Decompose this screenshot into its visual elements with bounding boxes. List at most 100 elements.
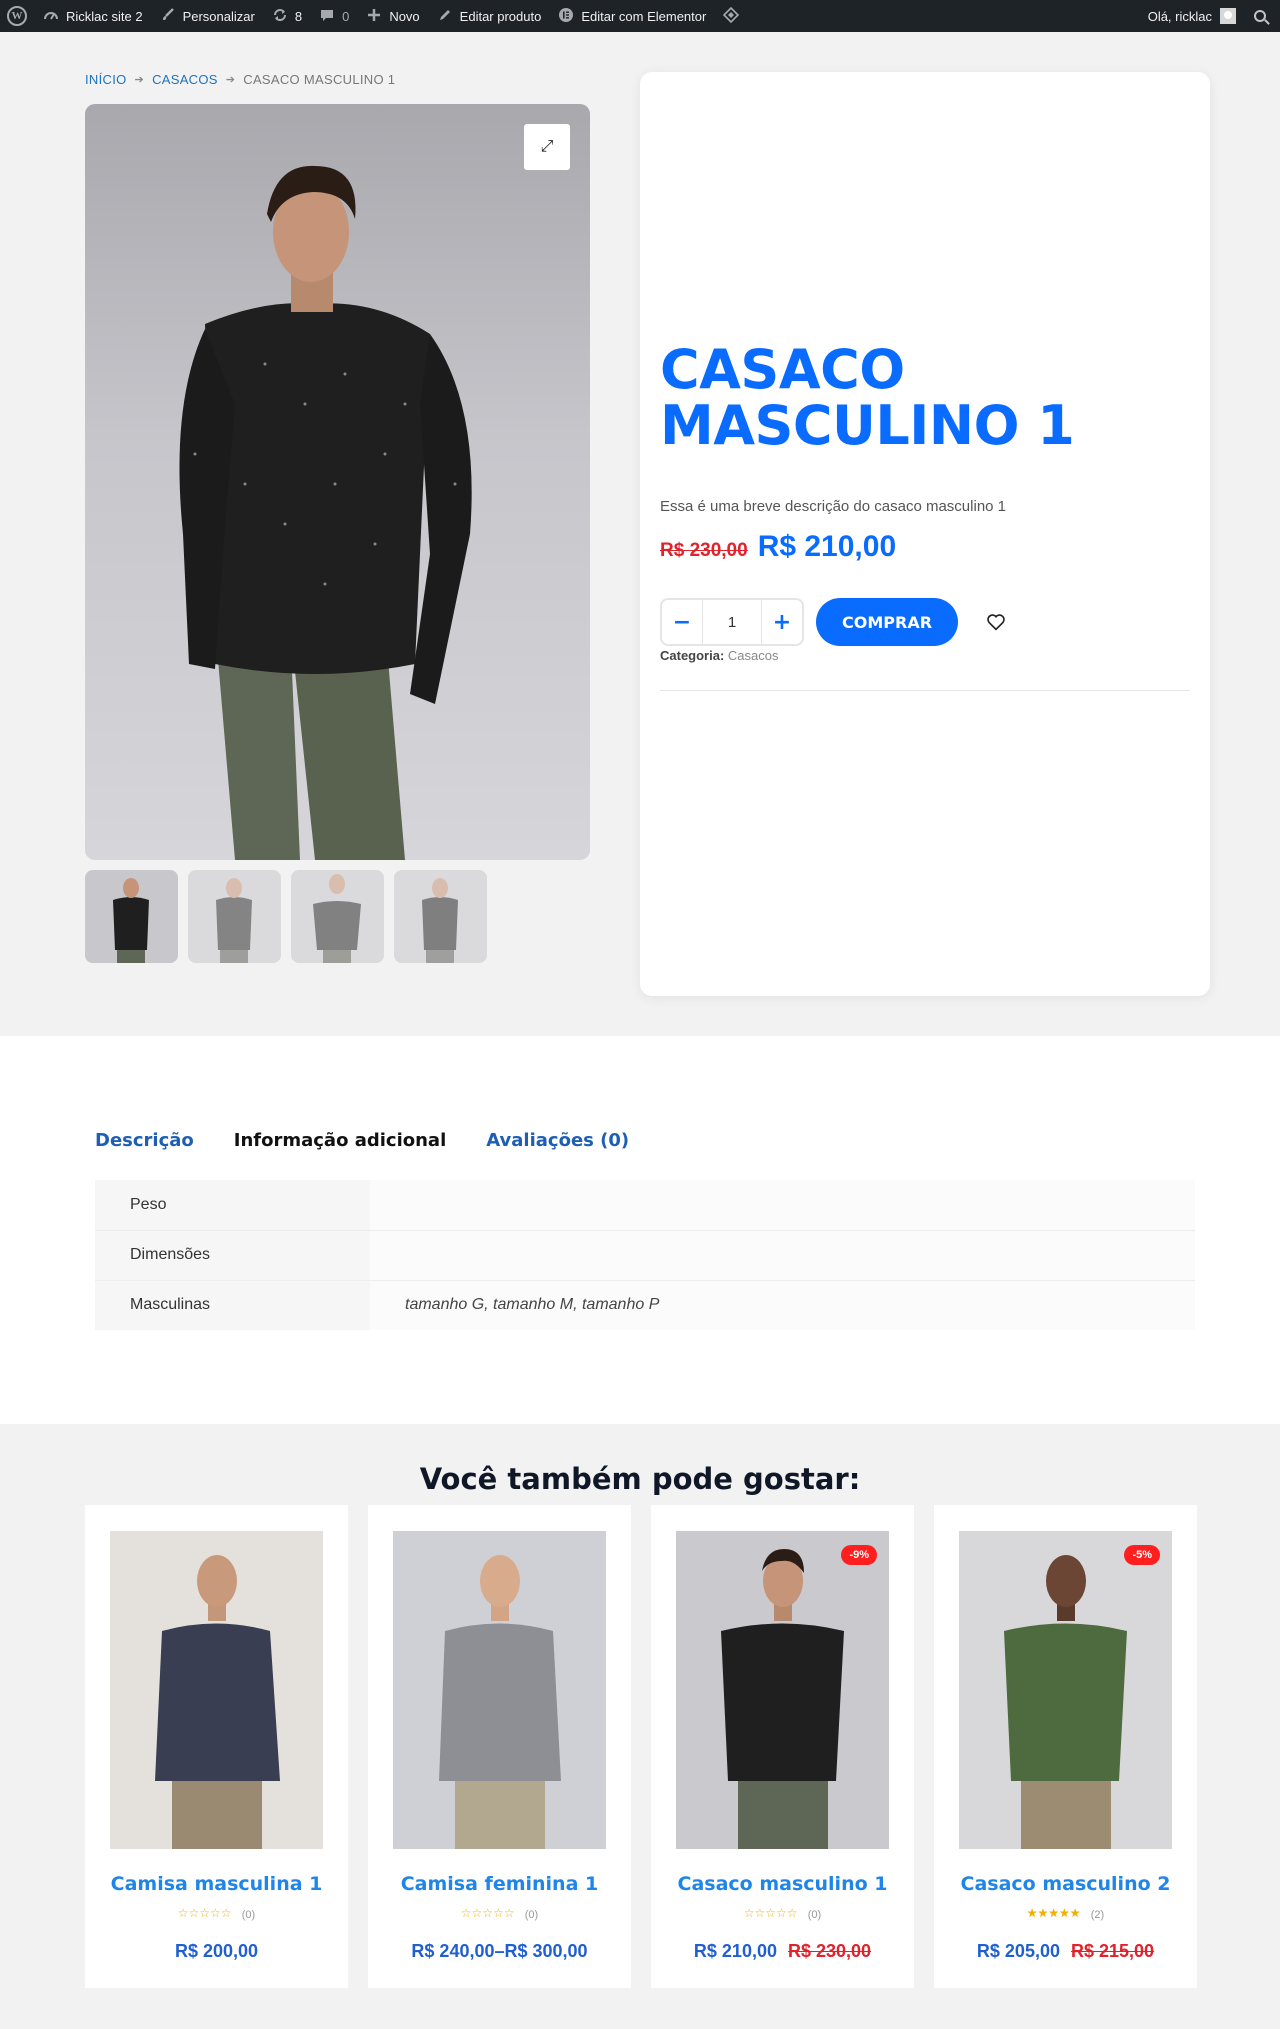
current-price: R$ 210,00: [757, 530, 897, 563]
comments-link[interactable]: 0: [310, 0, 357, 32]
tab-description[interactable]: Descrição: [95, 1130, 194, 1151]
current-price: R$ 210,00: [693, 1941, 777, 1961]
thumbnail-photo: [188, 870, 281, 963]
product-meta: Categoria: Casacos: [660, 648, 779, 663]
my-account-link[interactable]: Olá, ricklac: [1140, 0, 1244, 32]
rating-stars-icon: ☆☆☆☆☆ ★★★★★: [1026, 1906, 1081, 1920]
product-thumbnails: [85, 870, 487, 963]
pencil-icon: [436, 7, 454, 25]
breadcrumb: INÍCIO ➔ CASACOS ➔ CASACO MASCULINO 1: [85, 72, 395, 87]
quantity-input[interactable]: [702, 600, 762, 644]
category-label: Categoria:: [660, 648, 725, 663]
product-card[interactable]: Camisa masculina 1 ☆☆☆☆☆ ★★★★★ (0) R$ 20…: [85, 1505, 348, 1988]
rating-count: (0): [807, 1909, 822, 1921]
product-card-image[interactable]: [393, 1531, 606, 1849]
product-thumbnail[interactable]: [85, 870, 178, 963]
wishlist-button[interactable]: [984, 610, 1008, 634]
zoom-button[interactable]: ⤢: [524, 124, 570, 170]
table-row: Peso: [95, 1180, 1195, 1230]
product-card-photo: [393, 1531, 606, 1849]
product-card-photo: [110, 1531, 323, 1849]
product-photo: [179, 165, 472, 860]
tab-reviews[interactable]: Avaliações (0): [486, 1130, 629, 1151]
product-card-title[interactable]: Camisa feminina 1: [368, 1873, 631, 1895]
buy-button[interactable]: COMPRAR: [816, 598, 959, 646]
wordpress-logo-button[interactable]: W: [0, 0, 34, 32]
product-card-image[interactable]: -5%: [959, 1531, 1172, 1849]
updates-link[interactable]: 8: [263, 0, 310, 32]
breadcrumb-current: CASACO MASCULINO 1: [243, 72, 396, 87]
product-card-price: R$ 200,00: [85, 1941, 348, 1962]
customize-link[interactable]: Personalizar: [151, 0, 263, 32]
site-name-link[interactable]: Ricklac site 2: [34, 0, 151, 32]
greeting-label: Olá, ricklac: [1147, 8, 1212, 24]
category-link[interactable]: Casacos: [728, 648, 779, 663]
diamond-icon: [722, 6, 740, 25]
rating-count: (0): [524, 1909, 539, 1921]
quantity-decrease-button[interactable]: −: [662, 600, 702, 644]
product-price: R$ 230,00 R$ 210,00: [660, 530, 896, 564]
edit-product-label: Editar produto: [459, 8, 542, 24]
edit-product-link[interactable]: Editar produto: [428, 0, 550, 32]
old-price: R$ 230,00: [788, 1941, 872, 1961]
arrow-right-icon: ➔: [134, 74, 145, 86]
plus-icon: [365, 7, 383, 25]
sale-badge: -9%: [841, 1545, 877, 1565]
product-card-title[interactable]: Camisa masculina 1: [85, 1873, 348, 1895]
arrow-right-icon: ➔: [225, 74, 236, 86]
tab-additional-information[interactable]: Informação adicional: [234, 1130, 446, 1151]
wp-admin-bar: W Ricklac site 2 Personalizar 8 0 Novo E…: [0, 0, 1280, 32]
attribute-value: [370, 1180, 1195, 1230]
rating-count: (2): [1090, 1909, 1105, 1921]
related-title: Você também pode gostar:: [419, 1462, 861, 1496]
product-thumbnail[interactable]: [291, 870, 384, 963]
product-main-image[interactable]: ⤢: [85, 104, 590, 860]
avatar: [1220, 8, 1236, 24]
attributes-table: Peso Dimensões Masculinas tamanho G, tam…: [95, 1180, 1195, 1330]
search-icon[interactable]: [1254, 10, 1266, 22]
attribute-name: Masculinas: [95, 1279, 370, 1330]
product-card-price: R$ 210,00 R$ 230,00: [651, 1941, 914, 1962]
attribute-name: Peso: [95, 1180, 370, 1230]
product-card-rating: ☆☆☆☆☆ ★★★★★ (2): [934, 1906, 1197, 1921]
updates-count: 8: [294, 8, 303, 24]
rating-count: (0): [241, 1909, 256, 1921]
edit-elementor-label: Editar com Elementor: [581, 8, 707, 24]
wordpress-icon: W: [7, 6, 27, 26]
product-card-rating: ☆☆☆☆☆ ★★★★★ (0): [85, 1906, 348, 1921]
product-card-photo: [676, 1531, 889, 1849]
breadcrumb-category-link[interactable]: CASACOS: [152, 72, 218, 87]
current-price: R$ 205,00: [976, 1941, 1060, 1961]
divider: [660, 690, 1190, 691]
breadcrumb-home-link[interactable]: INÍCIO: [85, 72, 127, 87]
new-content-link[interactable]: Novo: [357, 0, 427, 32]
product-card-title[interactable]: Casaco masculino 1: [651, 1873, 914, 1895]
product-card[interactable]: Camisa feminina 1 ☆☆☆☆☆ ★★★★★ (0) R$ 240…: [368, 1505, 631, 1988]
product-card-rating: ☆☆☆☆☆ ★★★★★ (0): [368, 1906, 631, 1921]
product-card-price: R$ 240,00–R$ 300,00: [368, 1941, 631, 1962]
new-label: Novo: [389, 8, 420, 24]
product-card-title[interactable]: Casaco masculino 2: [934, 1873, 1197, 1895]
product-summary: CASACO MASCULINO 1 Essa é uma breve desc…: [640, 72, 1210, 996]
product-card[interactable]: -5% Casaco masculino 2 ☆☆☆☆☆ ★★★★★ (2) R…: [934, 1505, 1197, 1988]
attribute-name: Dimensões: [95, 1229, 370, 1280]
product-thumbnail[interactable]: [188, 870, 281, 963]
diamond-link[interactable]: [714, 0, 754, 32]
product-card-image[interactable]: -9%: [676, 1531, 889, 1849]
edit-elementor-link[interactable]: Editar com Elementor: [549, 0, 714, 32]
product-card-rating: ☆☆☆☆☆ ★★★★★ (0): [651, 1906, 914, 1921]
updates-icon: [271, 7, 289, 25]
old-price: R$ 215,00: [1071, 1941, 1155, 1961]
table-row: Masculinas tamanho G, tamanho M, tamanho…: [95, 1279, 1195, 1330]
quantity-increase-button[interactable]: +: [762, 600, 802, 644]
product-card[interactable]: -9% Casaco masculino 1 ☆☆☆☆☆ ★★★★★ (0) R…: [651, 1505, 914, 1988]
attribute-value: tamanho G, tamanho M, tamanho P: [370, 1279, 1195, 1330]
product-card-image[interactable]: [110, 1531, 323, 1849]
heart-icon: [987, 614, 1005, 631]
product-thumbnail[interactable]: [394, 870, 487, 963]
related-products: Camisa masculina 1 ☆☆☆☆☆ ★★★★★ (0) R$ 20…: [85, 1505, 1197, 1988]
elementor-icon: [557, 7, 575, 25]
rating-stars-icon: ☆☆☆☆☆ ★★★★★: [177, 1906, 232, 1920]
current-price: R$ 200,00: [174, 1941, 259, 1961]
thumbnail-photo: [394, 870, 487, 963]
